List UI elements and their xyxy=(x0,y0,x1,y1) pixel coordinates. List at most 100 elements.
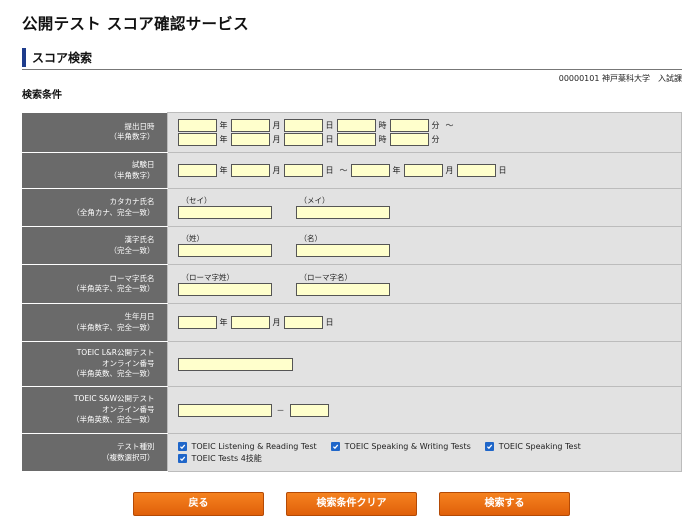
roman-mei-input[interactable] xyxy=(295,282,390,296)
row-roman-name: ローマ字氏名 （半角英字、完全一致） （ローマ字姓） （ローマ字名） xyxy=(22,264,682,304)
field-kanji-name: （姓） （名） xyxy=(166,226,682,265)
label-text-2: オンライン番号 xyxy=(102,358,155,368)
checkbox-checked-icon[interactable] xyxy=(177,454,187,463)
test-type-option-lr[interactable]: TOEIC Listening & Reading Test xyxy=(177,441,317,453)
field-sw-number: － xyxy=(166,386,682,434)
checkbox-checked-icon[interactable] xyxy=(330,442,340,451)
sei-label: （ローマ字姓） xyxy=(181,272,235,282)
section-header: スコア検索 xyxy=(22,47,682,70)
unit-year: 年 xyxy=(219,166,228,175)
lr-online-number-input[interactable] xyxy=(177,357,293,371)
birth-month-input[interactable] xyxy=(230,316,270,329)
checkbox-checked-icon[interactable] xyxy=(177,442,187,451)
exam-to-year-input[interactable] xyxy=(350,164,390,177)
label-sub: （全角カナ、完全一致） xyxy=(72,207,155,217)
kanji-mei-input[interactable] xyxy=(295,244,390,257)
back-button[interactable]: 戻る xyxy=(133,492,264,516)
label-sub: （半角英数、完全一致） xyxy=(72,369,155,379)
exam-date-range: 年 月 日 ～ 年 月 日 xyxy=(177,164,682,178)
row-kanji-name: 漢字氏名 （完全一致） （姓） （名） xyxy=(22,226,682,265)
test-type-option-speaking[interactable]: TOEIC Speaking Test xyxy=(484,441,581,453)
roman-sei-input[interactable] xyxy=(177,282,272,296)
label-roman-name: ローマ字氏名 （半角英字、完全一致） xyxy=(22,264,167,304)
test-type-option-sw[interactable]: TOEIC Speaking & Writing Tests xyxy=(330,441,471,453)
number-dash: － xyxy=(276,405,285,415)
mei-label: （名） xyxy=(299,234,323,243)
label-text: カタカナ氏名 xyxy=(109,197,155,206)
submit-to-hour-input[interactable] xyxy=(336,133,376,146)
label-sub: （複数選択可） xyxy=(102,452,155,462)
kanji-sub-labels: （姓） （名） xyxy=(178,233,682,244)
field-submit-datetime: 年 月 日 時 分 ～ 年 月 日 時 分 xyxy=(166,112,682,153)
sw-number-line: － xyxy=(177,403,682,417)
option-label: TOEIC Speaking Test xyxy=(498,442,581,451)
sw-online-number-input-2[interactable] xyxy=(289,403,329,417)
search-button[interactable]: 検索する xyxy=(439,492,570,516)
submit-to-minute-input[interactable] xyxy=(389,133,429,146)
test-type-option-4skills[interactable]: TOEIC Tests 4技能 xyxy=(177,453,262,465)
unit-year: 年 xyxy=(219,135,228,144)
label-sub: （半角数字） xyxy=(109,170,155,180)
birthdate-inputs: 年 月 日 xyxy=(177,316,682,330)
checkbox-checked-icon[interactable] xyxy=(484,442,494,451)
exam-from-month-input[interactable] xyxy=(230,164,270,177)
kanji-sei-input[interactable] xyxy=(177,244,272,257)
submit-datetime-to: 年 月 日 時 分 xyxy=(177,133,682,147)
submit-from-day-input[interactable] xyxy=(283,119,323,132)
label-sub: （半角数字） xyxy=(109,132,155,142)
mei-label: （ローマ字名） xyxy=(299,272,353,282)
unit-day: 日 xyxy=(325,135,334,144)
field-katakana-name: （セイ） （メイ） xyxy=(166,188,682,227)
submit-to-year-input[interactable] xyxy=(177,133,217,146)
exam-to-month-input[interactable] xyxy=(403,164,443,177)
submit-from-month-input[interactable] xyxy=(230,119,270,132)
submit-from-year-input[interactable] xyxy=(177,119,217,132)
conditions-label: 検索条件 xyxy=(22,90,62,101)
row-lr-number: TOEIC L&R公開テスト オンライン番号 （半角英数、完全一致） xyxy=(22,341,682,387)
field-roman-name: （ローマ字姓） （ローマ字名） xyxy=(166,264,682,304)
sw-online-number-input-1[interactable] xyxy=(177,403,272,417)
label-text: 生年月日 xyxy=(124,312,155,321)
section-accent-bar xyxy=(22,48,26,67)
katakana-sei-input[interactable] xyxy=(177,206,272,219)
unit-day: 日 xyxy=(325,166,334,175)
exam-from-day-input[interactable] xyxy=(283,164,323,177)
user-info: 00000101 神戸薬科大学 入試課 xyxy=(558,74,682,83)
sei-label: （セイ） xyxy=(181,196,212,205)
unit-month: 月 xyxy=(445,166,454,175)
label-submit-datetime: 提出日時 （半角数字） xyxy=(22,112,167,153)
submit-from-minute-input[interactable] xyxy=(389,119,429,132)
unit-minute: 分 xyxy=(431,135,440,144)
label-sub: （完全一致） xyxy=(109,245,155,255)
label-sw-number: TOEIC S&W公開テスト オンライン番号 （半角英数、完全一致） xyxy=(22,386,167,434)
submit-from-hour-input[interactable] xyxy=(336,119,376,132)
exam-from-year-input[interactable] xyxy=(177,164,217,177)
unit-month: 月 xyxy=(272,166,281,175)
label-text: テスト種別 xyxy=(117,442,155,451)
sei-label: （姓） xyxy=(181,234,205,243)
birth-day-input[interactable] xyxy=(283,316,323,329)
mei-label: （メイ） xyxy=(299,196,330,205)
submit-to-day-input[interactable] xyxy=(283,133,323,146)
unit-minute: 分 xyxy=(431,121,440,130)
unit-year: 年 xyxy=(219,121,228,130)
label-text: 提出日時 xyxy=(124,121,155,131)
option-label: TOEIC Speaking & Writing Tests xyxy=(344,442,471,451)
clear-conditions-button[interactable]: 検索条件クリア xyxy=(286,492,417,516)
field-birthdate: 年 月 日 xyxy=(166,303,682,342)
unit-hour: 時 xyxy=(378,121,387,130)
field-test-type: TOEIC Listening & Reading Test TOEIC Spe… xyxy=(166,433,682,472)
section-title: スコア検索 xyxy=(32,51,93,65)
unit-day: 日 xyxy=(325,121,334,130)
submit-to-month-input[interactable] xyxy=(230,133,270,146)
row-exam-date: 試験日 （半角数字） 年 月 日 ～ 年 月 日 xyxy=(22,152,682,189)
label-lr-number: TOEIC L&R公開テスト オンライン番号 （半角英数、完全一致） xyxy=(22,341,167,387)
label-sub: （半角英数、完全一致） xyxy=(72,415,155,425)
label-text: TOEIC S&W公開テスト xyxy=(73,394,155,404)
birth-year-input[interactable] xyxy=(177,316,217,329)
exam-to-day-input[interactable] xyxy=(456,164,496,177)
unit-month: 月 xyxy=(272,121,281,130)
katakana-mei-input[interactable] xyxy=(295,206,390,219)
unit-day: 日 xyxy=(498,166,507,175)
label-sub: （半角英字、完全一致） xyxy=(72,284,155,293)
